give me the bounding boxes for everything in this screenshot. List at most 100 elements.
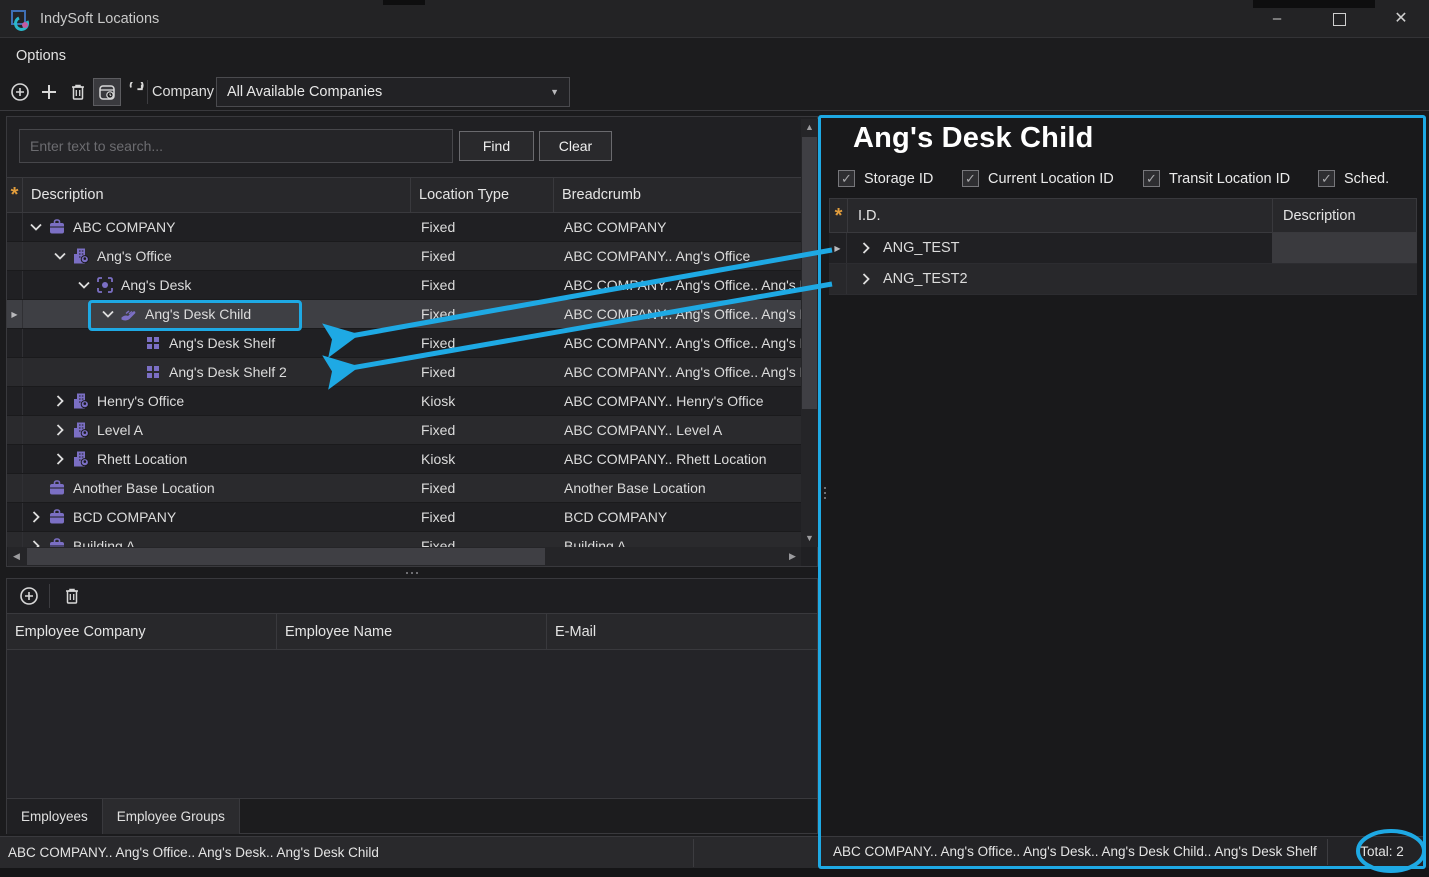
scroll-up-icon[interactable]: ▲ [801,119,818,136]
detail-row[interactable]: ▶ANG_TEST [829,233,1417,264]
tree-row[interactable]: ABC COMPANYFixedABC COMPANY [7,213,801,242]
chevron-right-icon[interactable] [857,239,875,257]
tree-cell-location-type: Fixed [411,242,554,270]
tree-row[interactable]: Ang's Desk Shelf 2FixedABC COMPANY.. Ang… [7,358,801,387]
chevron-right-icon[interactable] [857,270,875,288]
detail-status-bar: ABC COMPANY.. Ang's Office.. Ang's Desk.… [821,836,1423,866]
tree-row[interactable]: Level AFixedABC COMPANY.. Level A [7,416,801,445]
checkbox-label: Transit Location ID [1169,171,1290,187]
column-header-email[interactable]: E-Mail [547,614,817,649]
chevron-right-icon[interactable] [51,421,69,439]
column-header-breadcrumb[interactable]: Breadcrumb [554,178,801,212]
asterisk-header-cell[interactable]: * [830,199,848,232]
chevron-down-icon[interactable] [51,247,69,265]
find-button[interactable]: Find [459,131,534,161]
column-header-description[interactable]: Description [23,178,411,212]
vertical-splitter[interactable] [821,478,829,508]
add-circle-icon[interactable] [6,78,34,106]
tree-cell-breadcrumb: Building A [554,532,801,547]
chevron-right-icon[interactable] [27,537,45,547]
company-dropdown[interactable]: All Available Companies ▼ [216,77,570,107]
tree-row-label: Another Base Location [73,480,215,496]
tree-row-label: Ang's Office [97,248,172,264]
tree-cell-breadcrumb: ABC COMPANY.. Ang's Office [554,242,801,270]
employees-panel: Employee Company Employee Name E-Mail Em… [6,578,818,834]
checkbox-box[interactable]: ✓ [1143,170,1160,187]
checkbox-storage-id[interactable]: ✓Storage ID [838,170,933,187]
add-icon[interactable] [35,78,63,106]
tree-cell-breadcrumb: ABC COMPANY.. Rhett Location [554,445,801,473]
detail-row-id: ANG_TEST2 [883,271,968,287]
vertical-scrollbar-thumb[interactable] [802,137,817,409]
detail-panel: Ang's Desk Child ✓Storage ID✓Current Loc… [818,115,1426,869]
chevron-down-icon[interactable] [99,305,117,323]
tree-row[interactable]: Henry's OfficeKioskABC COMPANY.. Henry's… [7,387,801,416]
add-circle-icon[interactable] [15,582,43,610]
column-header-id[interactable]: I.D. [848,199,1273,232]
column-header-location-type[interactable]: Location Type [411,178,554,212]
chevron-right-icon[interactable] [51,392,69,410]
delete-icon[interactable] [58,582,86,610]
detail-cell-id: ANG_TEST [847,233,1272,263]
tree-row[interactable]: Ang's Office FixedABC COMPANY.. Ang's Off… [7,242,801,271]
tab-employee-groups[interactable]: Employee Groups [103,799,240,834]
checkbox-box[interactable]: ✓ [1318,170,1335,187]
menu-item-options[interactable]: Options [10,38,72,74]
horizontal-scrollbar-thumb[interactable] [27,548,545,565]
chevron-down-icon[interactable] [27,218,45,236]
close-button[interactable]: ✕ [1378,0,1424,38]
tree-row[interactable]: BCD COMPANYFixedBCD COMPANY [7,503,801,532]
row-indicator [829,264,847,294]
checkbox-sched-[interactable]: ✓Sched. [1318,170,1389,187]
status-bar-divider [1327,839,1328,865]
scroll-right-icon[interactable]: ▶ [784,548,801,565]
column-header-employee-company[interactable]: Employee Company [7,614,277,649]
tree-row[interactable]: Building AFixedBuilding A [7,532,801,547]
column-header-description[interactable]: Description [1273,199,1418,232]
scroll-left-icon[interactable]: ◀ [8,548,25,565]
tree-row[interactable]: Ang's Desk ShelfFixedABC COMPANY.. Ang's… [7,329,801,358]
scroll-down-icon[interactable]: ▼ [801,530,818,547]
chevron-right-icon[interactable] [51,450,69,468]
briefcase-icon [47,478,67,498]
building-icon [71,246,91,266]
detail-cell-description [1272,233,1417,263]
checkbox-transit-location-id[interactable]: ✓ Transit Location ID [1143,170,1290,187]
employees-toolbar [7,579,817,613]
checkbox-box[interactable]: ✓ [962,170,979,187]
asterisk-header-cell[interactable]: * [7,178,23,212]
tree-row[interactable]: Ang's DeskFixedABC COMPANY.. Ang's Offic… [7,271,801,300]
tree-row[interactable]: Rhett LocationKioskABC COMPANY.. Rhett L… [7,445,801,474]
row-indicator [7,358,23,386]
detail-row-id: ANG_TEST [883,240,960,256]
tree-row[interactable]: Another Base LocationFixedAnother Base L… [7,474,801,503]
toolbar-separator [147,80,148,104]
column-header-employee-name[interactable]: Employee Name [277,614,547,649]
tree-row[interactable]: ▶Ang's Desk ChildFixedABC COMPANY.. Ang'… [7,300,801,329]
chevron-right-icon[interactable] [27,508,45,526]
search-input[interactable] [19,129,453,163]
tree-cell-description: Another Base Location [23,474,411,502]
desk-icon [95,275,115,295]
chevron-down-icon[interactable] [75,276,93,294]
vertical-scrollbar[interactable]: ▲ ▼ [801,119,818,547]
row-indicator [7,387,23,415]
row-indicator [7,271,23,299]
detail-row[interactable]: ANG_TEST2 [829,264,1417,295]
checkbox-current-location-id[interactable]: ✓Current Location ID [962,170,1114,187]
horizontal-splitter[interactable] [6,567,818,578]
tree-cell-description: Rhett Location [23,445,411,473]
checkbox-box[interactable]: ✓ [838,170,855,187]
main-toolbar: Company All Available Companies ▼ [0,74,1429,111]
clear-button[interactable]: Clear [539,131,612,161]
delete-icon[interactable] [64,78,92,106]
detail-cell-id: ANG_TEST2 [847,264,1272,294]
building-icon [71,391,91,411]
tree-cell-location-type: Fixed [411,300,554,328]
title-bar: IndySoft Locations – ✕ [0,0,1429,38]
schedule-icon[interactable] [93,78,121,106]
horizontal-scrollbar[interactable]: ◀ ▶ [8,547,801,566]
grid-icon [143,333,163,353]
refresh-icon[interactable] [122,78,150,106]
tab-employees[interactable]: Employees [7,799,103,834]
